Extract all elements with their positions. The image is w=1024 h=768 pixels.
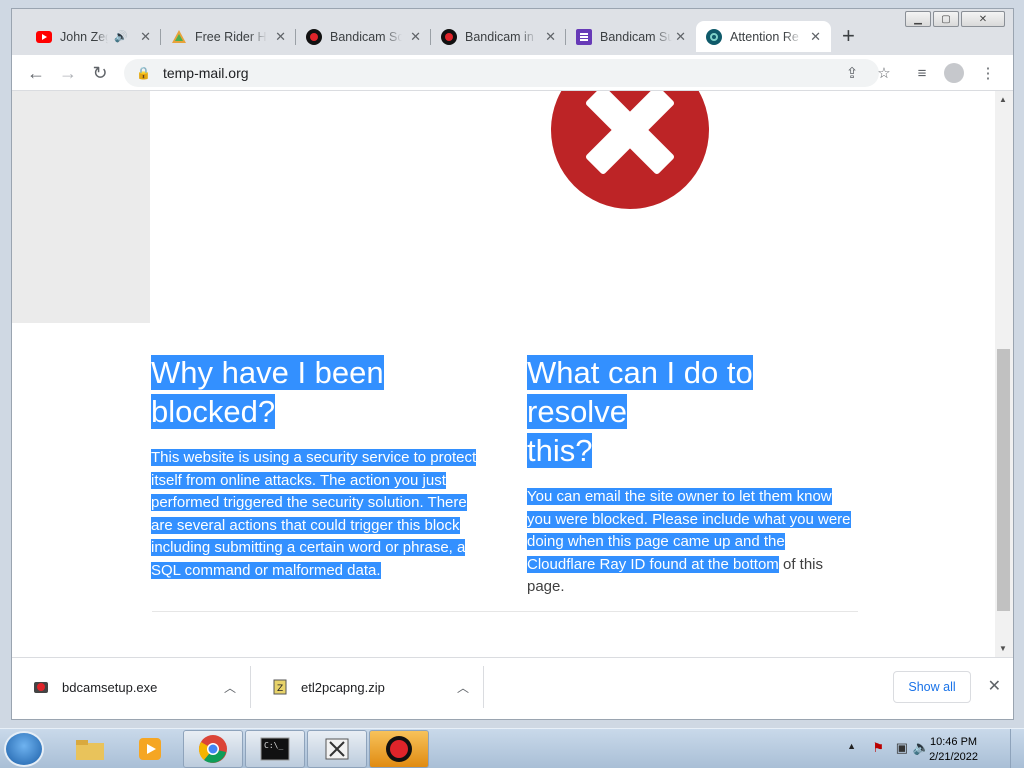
reload-icon[interactable]: ↻ [88, 61, 112, 85]
close-icon[interactable]: ✕ [988, 676, 1001, 696]
action-center-icon[interactable]: ⚑ [872, 740, 884, 756]
address-bar[interactable]: 🔒 temp-mail.org [124, 59, 879, 87]
taskbar: C:\_ ▲ ⚑ ▣ 🔈 10:46 PM 2/21/2022 [0, 728, 1024, 768]
show-desktop-button[interactable] [1010, 729, 1024, 768]
close-tab-icon[interactable]: ✕ [140, 29, 151, 45]
scroll-thumb[interactable] [997, 349, 1010, 611]
grey-panel [12, 91, 150, 323]
maximize-button[interactable]: ▢ [933, 11, 959, 27]
media-player-icon[interactable] [120, 730, 180, 768]
why-blocked-section: Why have I been blocked? This website is … [151, 353, 481, 582]
divider [152, 611, 858, 612]
tab-free-rider[interactable]: Free Rider HD ✕ [161, 21, 296, 52]
close-tab-icon[interactable]: ✕ [810, 29, 821, 45]
heading-line: Why have I been [151, 355, 384, 390]
tab-title: Bandicam Su [600, 29, 672, 44]
volume-icon[interactable]: 🔈 [913, 739, 930, 756]
url-text: temp-mail.org [162, 65, 249, 81]
bandicam-icon [306, 28, 322, 45]
snipping-tool-icon[interactable] [307, 730, 367, 768]
page-content: Why have I been blocked? This website is … [12, 91, 996, 657]
tab-title: Attention Re [730, 29, 799, 44]
toolbar: ← → ↻ 🔒 temp-mail.org ⇪ ☆ ≡ ⋮ [12, 55, 1013, 91]
profile-avatar-icon[interactable] [942, 61, 966, 85]
why-blocked-heading: Why have I been blocked? [151, 353, 481, 431]
tab-title: John Zeg [60, 29, 108, 44]
resolve-section: What can I do to resolve this? You can em… [527, 353, 857, 599]
window-controls: ▁ ▢ ✕ [905, 11, 1005, 27]
close-window-button[interactable]: ✕ [961, 11, 1005, 27]
bandicam-icon [441, 28, 457, 45]
browser-window: ▁ ▢ ✕ John Zeg 🔊 ✕ Free Rider HD ✕ Bandi… [11, 8, 1014, 720]
cloudflare-icon [706, 28, 722, 45]
error-x-icon [551, 91, 709, 209]
why-blocked-text: This website is using a security service… [151, 447, 481, 582]
resolve-heading: What can I do to resolve this? [527, 353, 857, 470]
tab-bandicam-1[interactable]: Bandicam Sc ✕ [296, 21, 431, 52]
close-tab-icon[interactable]: ✕ [410, 29, 421, 45]
download-item[interactable]: bdcamsetup.exe ︿ [12, 666, 251, 708]
new-tab-button[interactable]: + [842, 23, 855, 49]
network-icon[interactable]: ▣ [896, 740, 908, 756]
svg-text:Z: Z [277, 684, 283, 694]
bandicam-taskbar-icon[interactable] [369, 730, 429, 768]
back-icon[interactable]: ← [24, 61, 48, 85]
youtube-icon [36, 29, 52, 45]
clock-date: 2/21/2022 [929, 751, 978, 763]
clock-time: 10:46 PM [929, 736, 978, 748]
tab-title: Bandicam Sc [330, 29, 402, 44]
download-filename: bdcamsetup.exe [62, 679, 158, 695]
zip-file-icon: Z [271, 678, 289, 696]
minimize-button[interactable]: ▁ [905, 11, 931, 27]
scroll-down-icon[interactable]: ▼ [999, 644, 1007, 653]
tab-attention-required[interactable]: Attention Re ✕ [696, 21, 831, 52]
chevron-up-icon[interactable]: ︿ [457, 679, 469, 696]
close-tab-icon[interactable]: ✕ [275, 29, 286, 45]
downloads-bar: bdcamsetup.exe ︿ Z etl2pcapng.zip ︿ Show… [12, 657, 1013, 719]
forms-icon [576, 28, 592, 45]
system-clock[interactable]: 10:46 PM 2/21/2022 [929, 735, 978, 765]
tab-bandicam-survey[interactable]: Bandicam Su ✕ [566, 21, 696, 52]
chrome-icon[interactable] [183, 730, 243, 768]
chevron-up-icon[interactable]: ︿ [224, 679, 236, 696]
show-all-button[interactable]: Show all [893, 671, 971, 703]
lock-icon[interactable]: 🔒 [136, 66, 151, 80]
scroll-up-icon[interactable]: ▲ [999, 95, 1007, 104]
windows-start-icon[interactable] [4, 731, 44, 767]
bookmark-star-icon[interactable]: ☆ [872, 61, 896, 85]
media-control-icon[interactable]: ≡ [910, 61, 934, 85]
tray-expand-icon[interactable]: ▲ [847, 741, 856, 751]
vertical-scrollbar[interactable]: ▲ ▼ [995, 91, 1013, 657]
command-prompt-icon[interactable]: C:\_ [245, 730, 305, 768]
close-tab-icon[interactable]: ✕ [675, 29, 686, 45]
tab-title: Free Rider HD [195, 29, 267, 44]
forward-icon[interactable]: → [56, 61, 80, 85]
body-text: This website is using a security service… [151, 449, 477, 579]
chrome-web-icon [171, 29, 187, 45]
download-filename: etl2pcapng.zip [301, 679, 385, 695]
download-item[interactable]: Z etl2pcapng.zip ︿ [251, 666, 484, 708]
file-explorer-icon[interactable] [60, 730, 120, 768]
heading-line: What can I do to resolve [527, 355, 753, 429]
svg-text:C:\_: C:\_ [264, 741, 283, 750]
heading-line: this? [527, 433, 593, 468]
audio-icon[interactable]: 🔊 [114, 30, 128, 43]
resolve-text: You can email the site owner to let them… [527, 486, 857, 599]
heading-line: blocked? [151, 394, 276, 429]
tab-title: Bandicam in [465, 29, 534, 44]
share-icon[interactable]: ⇪ [840, 61, 864, 85]
tab-strip: ▁ ▢ ✕ John Zeg 🔊 ✕ Free Rider HD ✕ Bandi… [12, 9, 1013, 55]
bandicam-installer-icon [32, 678, 50, 696]
tab-bandicam-2[interactable]: Bandicam in ✕ [431, 21, 566, 52]
close-tab-icon[interactable]: ✕ [545, 29, 556, 45]
menu-kebab-icon[interactable]: ⋮ [976, 61, 1000, 85]
tab-youtube[interactable]: John Zeg 🔊 ✕ [26, 21, 161, 52]
